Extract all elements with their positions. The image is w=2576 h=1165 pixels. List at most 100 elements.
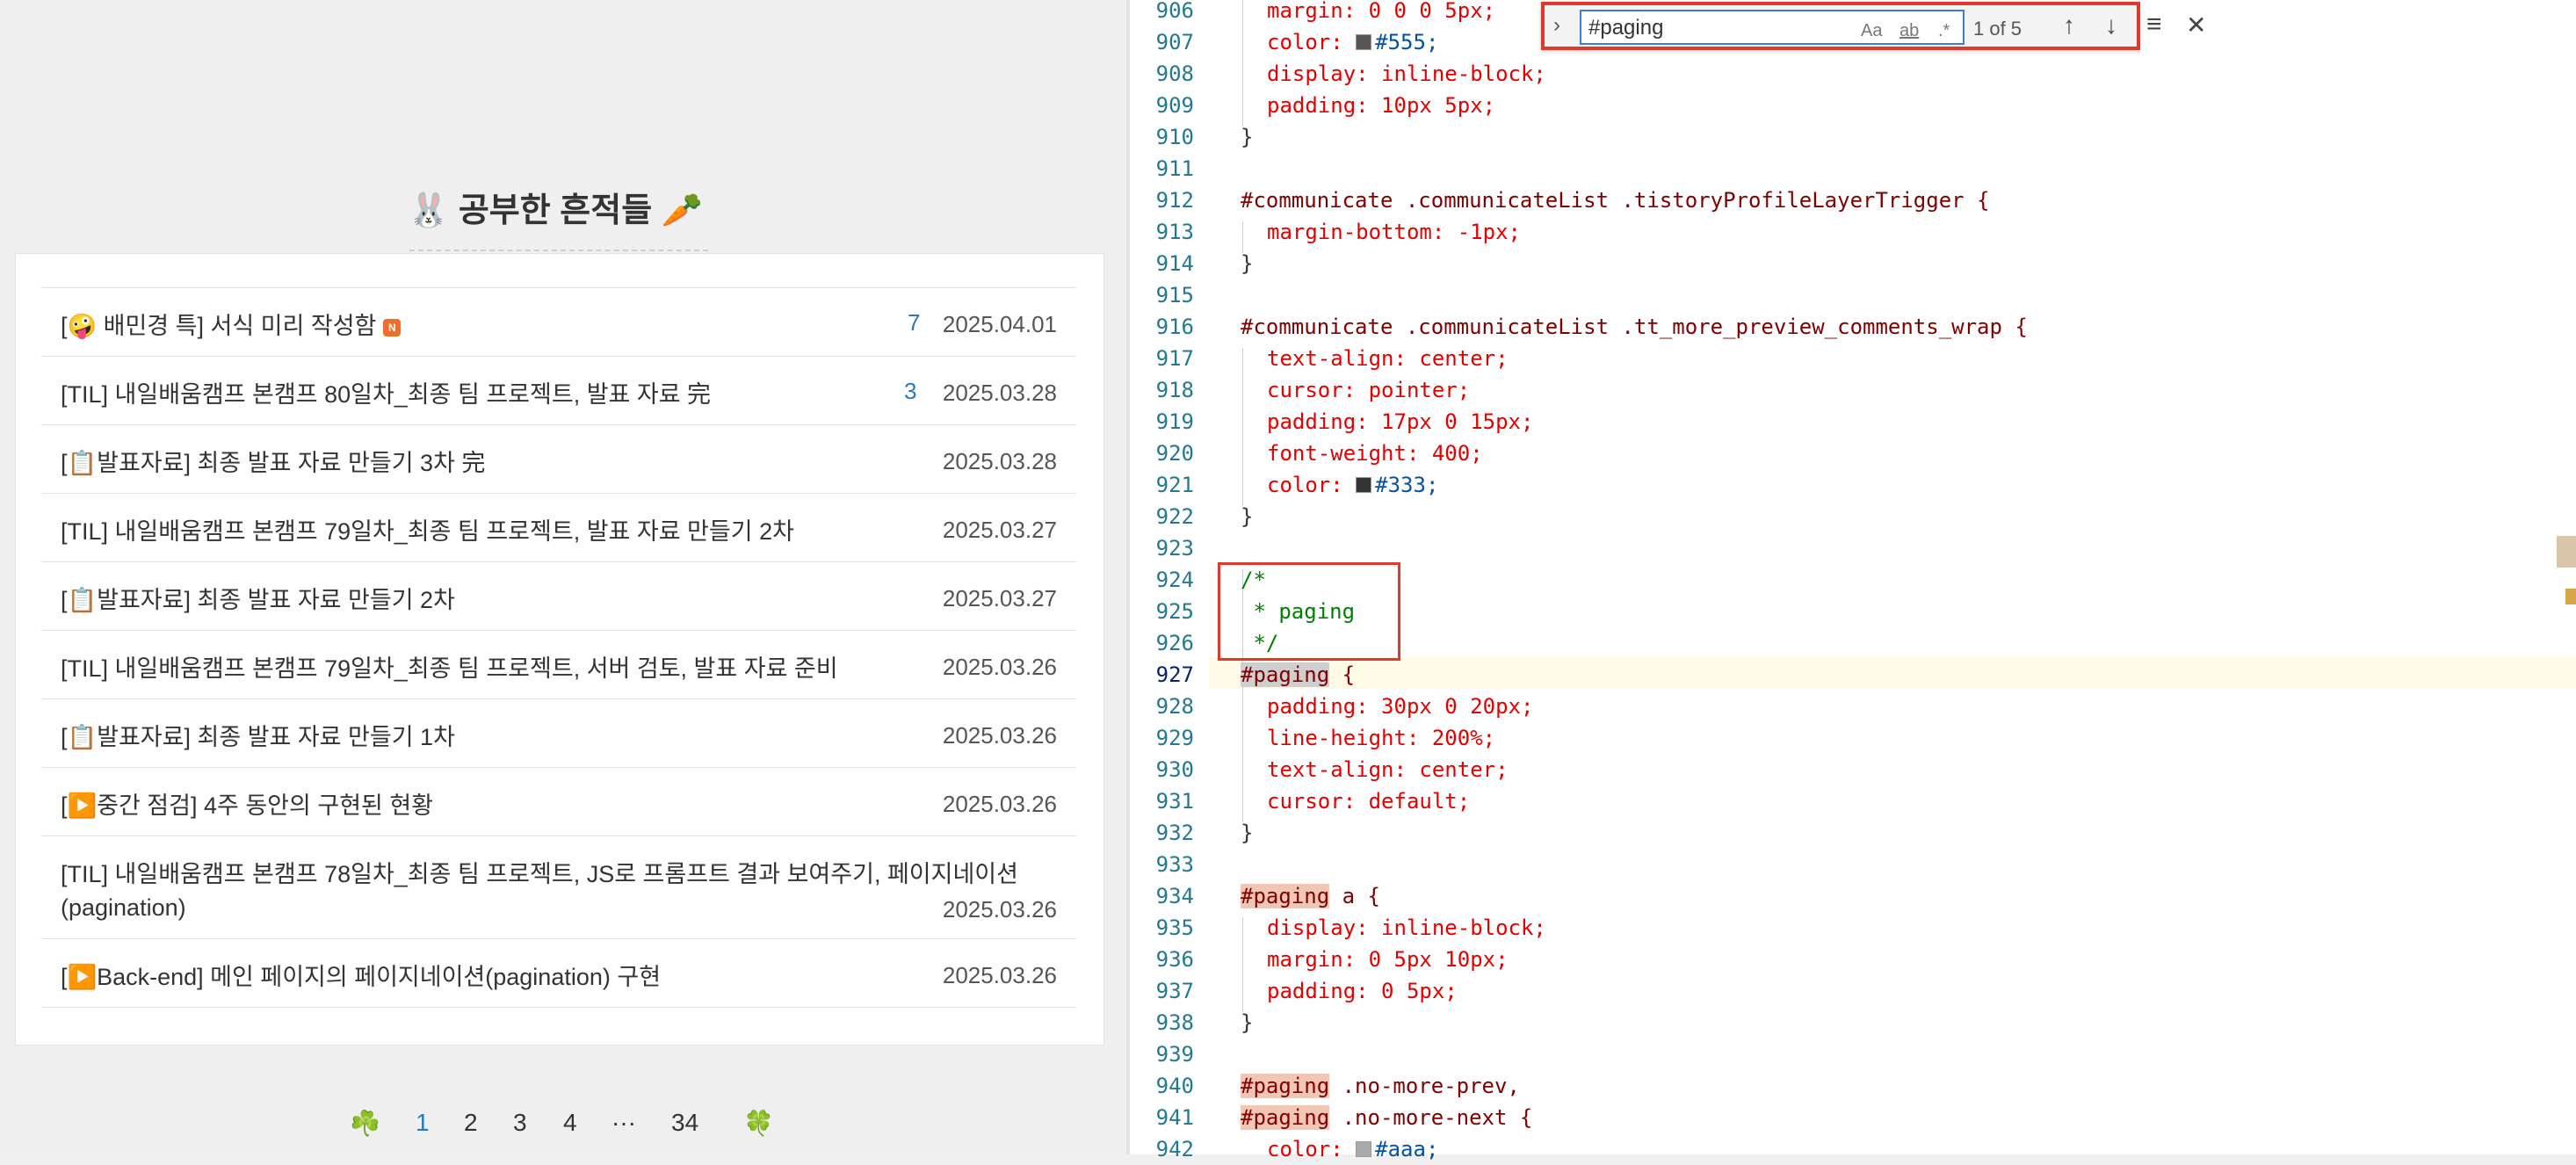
code-line: margin: 0 0 0 5px; [1267,0,1496,23]
find-widget: › #paging Aa ab .* 1 of 5 ↑ ↓ ≡ ✕ [1541,2,2206,50]
line-number: 910 [1155,125,1194,149]
code-line: cursor: pointer; [1267,378,1471,402]
line-number: 926 [1155,631,1194,655]
post-title[interactable]: [TIL] 내일배움캠프 본캠프 79일차_최종 팀 프로젝트, 발표 자료 만… [61,515,794,548]
list-item[interactable]: [▶️Back-end] 메인 페이지의 페이지네이션(pagination) … [41,939,1076,1008]
list-item[interactable]: [📋발표자료] 최종 발표 자료 만들기 1차 2025.03.26 [41,699,1076,768]
new-badge: N [383,318,402,336]
line-number: 939 [1155,1042,1194,1067]
code-line: color: #aaa; [1267,1137,1439,1161]
code-line: display: inline-block; [1267,62,1546,86]
whole-word-icon[interactable]: ab [1899,21,1919,41]
code-line: color: #555; [1267,30,1439,54]
post-title[interactable]: [TIL] 내일배움캠프 본캠프 78일차_최종 팀 프로젝트, JS로 프롬프… [61,857,1062,924]
line-number: 937 [1155,979,1194,1003]
search-match: #paging [1241,884,1330,908]
color-swatch[interactable] [1356,34,1372,50]
line-number: 935 [1155,915,1194,940]
line-number: 920 [1155,441,1194,466]
post-title[interactable]: [TIL] 내일배움캠프 본캠프 79일차_최종 팀 프로젝트, 서버 검토, … [61,652,838,685]
comment-count: 3 [904,378,917,404]
list-item[interactable]: [📋발표자료] 최종 발표 자료 만들기 3차 完 2025.03.28 [41,425,1076,494]
line-number: 915 [1155,283,1194,308]
next-page-icon[interactable]: 🍀 [743,1109,774,1138]
post-title[interactable]: [🤪 배민경 특] 서식 미리 작성함 N [61,309,402,343]
line-number: 908 [1155,62,1194,86]
post-date: 2025.03.26 [942,896,1057,923]
page-link[interactable]: 34 [671,1109,698,1137]
code-line: } [1241,1010,1254,1035]
post-date: 2025.03.27 [942,585,1057,611]
list-item[interactable]: [TIL] 내일배움캠프 본캠프 79일차_최종 팀 프로젝트, 발표 자료 만… [41,494,1076,562]
code-line: } [1241,504,1254,529]
page-link[interactable]: 4 [563,1109,577,1137]
post-date: 2025.03.26 [942,962,1057,988]
line-number: 917 [1155,346,1194,371]
comment-count: 7 [908,309,921,336]
toggle-replace-icon[interactable]: › [1553,13,1560,38]
scrollbar-marker[interactable] [2557,536,2576,568]
page-link-current[interactable]: 1 [416,1109,430,1137]
line-number: 919 [1155,409,1194,434]
page-link[interactable]: 3 [513,1109,527,1137]
post-title[interactable]: [📋발표자료] 최종 발표 자료 만들기 2차 [61,583,455,617]
indent-guide [1242,348,1243,506]
blog-category-title: 🐰 공부한 흔적들 🥕 [407,192,704,229]
code-line: color: #333; [1267,473,1439,497]
code-line: #communicate .communicateList .tistoryPr… [1241,188,1990,213]
regex-icon[interactable]: .* [1938,21,1950,41]
list-item[interactable]: [TIL] 내일배움캠프 본캠프 79일차_최종 팀 프로젝트, 서버 검토, … [41,631,1076,699]
code-line: #paging .no-more-next { [1241,1105,1533,1130]
match-case-icon[interactable]: Aa [1861,21,1882,41]
page-ellipsis: ··· [611,1109,636,1136]
line-number: 938 [1155,1010,1194,1035]
find-input[interactable]: #paging Aa ab .* [1580,10,1965,45]
list-item[interactable]: [▶️중간 점검] 4주 동안의 구현된 현황 2025.03.26 [41,768,1076,836]
prev-page-icon[interactable]: ☘️ [350,1109,380,1138]
close-icon[interactable]: ✕ [2186,11,2206,40]
color-swatch[interactable] [1356,1141,1372,1157]
code-line: padding: 17px 0 15px; [1267,409,1534,434]
line-number: 942 [1155,1137,1194,1161]
line-number: 940 [1155,1074,1194,1098]
post-title[interactable]: [TIL] 내일배움캠프 본캠프 80일차_최종 팀 프로젝트, 발표 자료 完 [61,378,711,411]
post-title[interactable]: [▶️중간 점검] 4주 동안의 구현된 현황 [61,789,433,822]
code-line: margin-bottom: -1px; [1267,220,1521,244]
blog-panel: 🐰 공부한 흔적들 🥕 [🤪 배민경 특] 서식 미리 작성함 N 7 2025.… [0,0,1126,1154]
line-number: 909 [1155,93,1194,118]
page-link[interactable]: 2 [464,1109,478,1137]
code-line: padding: 0 5px; [1267,979,1458,1003]
post-list: [🤪 배민경 특] 서식 미리 작성함 N 7 2025.04.01 [TIL] … [41,287,1076,1008]
list-item[interactable]: [📋발표자료] 최종 발표 자료 만들기 2차 2025.03.27 [41,562,1076,631]
code-line: margin: 0 5px 10px; [1267,947,1509,972]
code-line: display: inline-block; [1267,915,1546,940]
list-item[interactable]: [TIL] 내일배움캠프 본캠프 78일차_최종 팀 프로젝트, JS로 프롬프… [41,836,1076,939]
post-title[interactable]: [📋발표자료] 최종 발표 자료 만들기 3차 完 [61,446,485,480]
line-number: 933 [1155,852,1194,877]
line-number: 918 [1155,378,1194,402]
code-line: cursor: default; [1267,789,1471,814]
next-match-icon[interactable]: ↓ [2105,11,2117,40]
list-item[interactable]: [TIL] 내일배움캠프 본캠프 80일차_최종 팀 프로젝트, 발표 자료 完… [41,357,1076,425]
line-number: 941 [1155,1105,1194,1130]
list-item[interactable]: [🤪 배민경 특] 서식 미리 작성함 N 7 2025.04.01 [41,288,1076,357]
code-line: #paging { [1241,662,1356,687]
post-title[interactable]: [📋발표자료] 최종 발표 자료 만들기 1차 [61,720,455,754]
search-match-active: #paging [1241,662,1330,687]
previous-match-icon[interactable]: ↑ [2063,11,2075,40]
post-title[interactable]: [▶️Back-end] 메인 페이지의 페이지네이션(pagination) … [61,960,661,994]
line-number: 911 [1155,156,1194,181]
find-in-selection-icon[interactable]: ≡ [2146,10,2162,40]
code-line: } [1241,125,1254,149]
annotation-box [1218,562,1400,661]
post-date: 2025.03.26 [942,654,1057,680]
indent-guide [1242,0,1243,127]
line-number: 928 [1155,694,1194,719]
color-swatch[interactable] [1356,477,1372,493]
line-number: 925 [1155,599,1194,624]
scrollbar-marker[interactable] [2565,589,2576,604]
post-date: 2025.03.26 [942,791,1057,817]
line-number: 932 [1155,821,1194,845]
search-match: #paging [1241,1105,1330,1130]
post-date: 2025.03.27 [942,517,1057,543]
